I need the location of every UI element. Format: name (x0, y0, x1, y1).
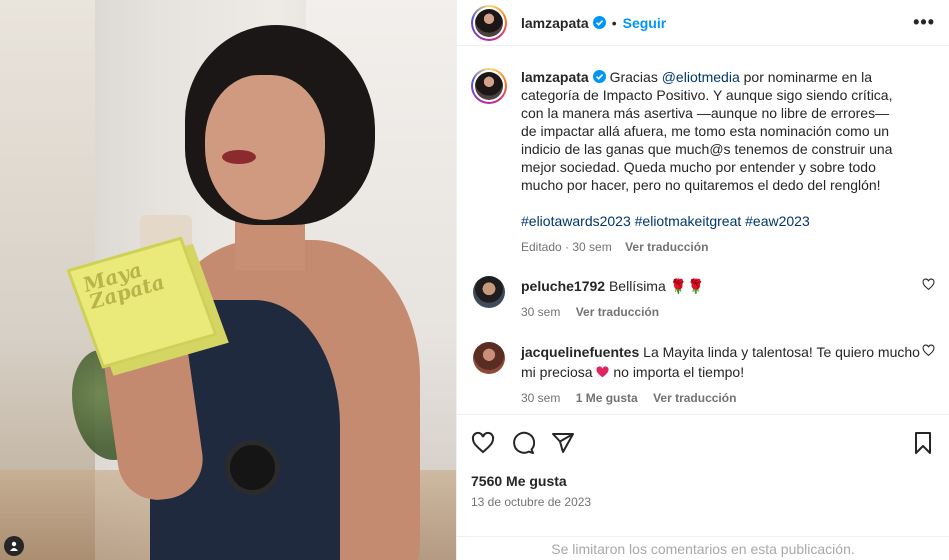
comment-time: 30 sem (521, 391, 561, 405)
comment-icon[interactable] (511, 431, 535, 455)
header-separator: • (611, 14, 617, 31)
caption-hashtags[interactable]: #eliotawards2023 #eliotmakeitgreat #eaw2… (521, 212, 901, 230)
comment-text-end: no importa el tiempo! (609, 364, 745, 380)
comment-time: 30 sem (521, 305, 561, 319)
comment-like-icon[interactable] (922, 278, 935, 291)
comment-text: Bellísima 🌹🌹 (608, 278, 705, 294)
share-icon[interactable] (551, 431, 575, 455)
author-username[interactable]: lamzapata (521, 15, 589, 31)
red-heart-icon (596, 366, 610, 378)
comment-translate-button[interactable]: Ver traducción (653, 391, 736, 405)
post-panel: lamzapata • Seguir ••• lamzapata Gracias… (456, 0, 949, 560)
verified-icon (592, 70, 606, 83)
comment-username[interactable]: jacquelinefuentes (521, 344, 639, 360)
caption-time: Editado · 30 sem (521, 240, 612, 254)
caption-avatar[interactable] (471, 68, 507, 104)
post-photo[interactable]: Maya Zapata (0, 0, 456, 560)
comment-meta: 30 sem Ver traducción (521, 302, 921, 322)
comments-limited-notice: Se limitaron los comentarios en esta pub… (457, 536, 949, 560)
comment-translate-button[interactable]: Ver traducción (576, 305, 659, 319)
comment-username[interactable]: peluche1792 (521, 278, 605, 294)
caption-text-start: Gracias (609, 69, 662, 85)
caption-text-rest: por nominarme en la categoría de Impacto… (521, 69, 893, 193)
photo-lips (222, 150, 256, 164)
comment-avatar[interactable] (473, 342, 505, 374)
caption-mention-link[interactable]: @eliotmedia (662, 69, 740, 85)
verified-icon (592, 16, 606, 29)
comment-meta: 30 sem 1 Me gusta Ver traducción (521, 388, 921, 408)
likes-count[interactable]: 7560 Me gusta (471, 473, 935, 489)
caption-body: lamzapata Gracias @eliotmedia por nomina… (521, 68, 901, 256)
comment-item: jacquelinefuentes La Mayita linda y tale… (471, 342, 935, 408)
follow-button[interactable]: Seguir (623, 15, 667, 31)
caption: lamzapata Gracias @eliotmedia por nomina… (471, 52, 935, 256)
post-date: 13 de octubre de 2023 (471, 495, 592, 509)
save-bookmark-icon[interactable] (911, 431, 935, 455)
comment-item: peluche1792 Bellísima 🌹🌹 30 sem Ver trad… (471, 276, 935, 322)
photo-face (205, 75, 325, 220)
comments-scroll-area[interactable]: lamzapata Gracias @eliotmedia por nomina… (457, 52, 949, 413)
comment-like-icon[interactable] (922, 344, 935, 357)
photo-watch (225, 440, 280, 495)
post-actions: 7560 Me gusta 13 de octubre de 2023 (457, 414, 949, 509)
comment-likes-count[interactable]: 1 Me gusta (576, 391, 638, 405)
author-avatar[interactable] (471, 4, 507, 41)
comment-avatar[interactable] (473, 276, 505, 308)
caption-meta: Editado · 30 sem Ver traducción (521, 238, 901, 256)
award-box-text: Maya Zapata (79, 257, 168, 314)
like-heart-icon[interactable] (471, 431, 495, 455)
post-header: lamzapata • Seguir ••• (457, 0, 949, 46)
caption-username[interactable]: lamzapata (521, 69, 589, 85)
more-options-icon[interactable]: ••• (913, 12, 935, 33)
caption-translate-button[interactable]: Ver traducción (625, 240, 708, 254)
tagged-user-icon[interactable] (4, 536, 24, 556)
